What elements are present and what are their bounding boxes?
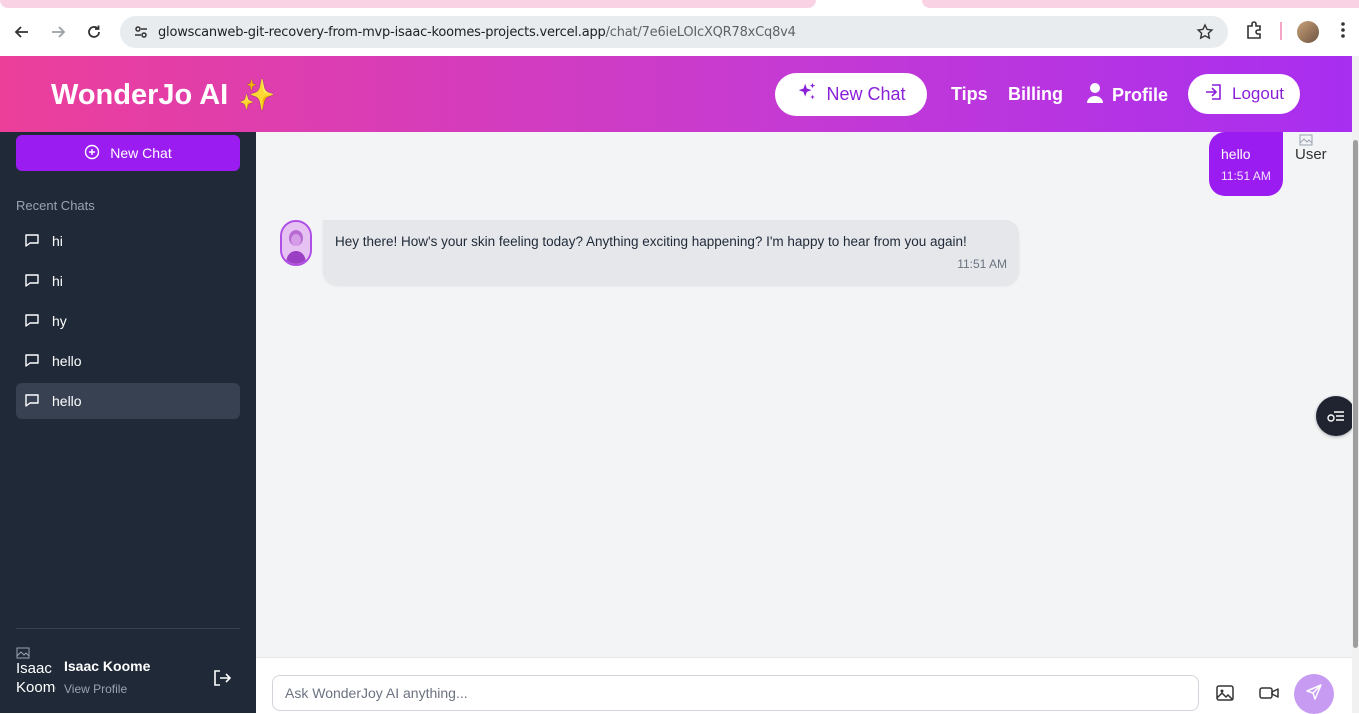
sparkles-icon: ✨ (238, 79, 276, 112)
user-message-avatar: User (1295, 134, 1327, 163)
assistant-message-time: 11:51 AM (957, 257, 1007, 271)
recent-chat-label: hy (52, 313, 67, 329)
tips-link[interactable]: Tips (951, 84, 988, 105)
user-message-text: hello (1221, 146, 1251, 162)
assistant-message-text: Hey there! How's your skin feeling today… (335, 234, 967, 249)
page-scrollbar[interactable] (1352, 56, 1359, 713)
recent-chat-label: hi (52, 233, 63, 249)
plus-circle-icon (84, 144, 100, 163)
user-avatar-alt: User (1295, 146, 1327, 163)
recent-chat-item[interactable]: hi (16, 263, 240, 299)
recent-chat-item[interactable]: hello (16, 343, 240, 379)
user-name: Isaac Koome (64, 658, 151, 674)
chat-message-input[interactable] (272, 675, 1199, 711)
browser-tab[interactable] (0, 0, 816, 8)
profile-label: Profile (1112, 85, 1169, 105)
reload-icon[interactable] (82, 20, 106, 44)
recent-chat-item-active[interactable]: hello (16, 383, 240, 419)
recent-chat-item[interactable]: hy (16, 303, 240, 339)
browser-toolbar: glowscanweb-git-recovery-from-mvp-isaac-… (0, 8, 1359, 56)
recent-chat-label: hello (52, 353, 82, 369)
bookmark-star-icon[interactable] (1196, 23, 1214, 46)
browser-tab[interactable] (922, 0, 1359, 8)
user-avatar-alt: Isaac Koome (16, 660, 56, 696)
toolbar-divider (1280, 22, 1282, 40)
header-new-chat-label: New Chat (826, 84, 906, 104)
forward-icon[interactable] (46, 20, 70, 44)
header-logout-button[interactable]: Logout (1188, 74, 1300, 114)
user-icon (1086, 82, 1104, 109)
chat-bubble-icon (24, 272, 40, 291)
chat-bubble-icon (24, 392, 40, 411)
sparkles-icon (796, 81, 818, 108)
video-icon[interactable] (1258, 683, 1280, 708)
scrollbar-thumb[interactable] (1353, 140, 1358, 648)
login-icon (1204, 82, 1224, 107)
assistant-message-bubble: Hey there! How's your skin feeling today… (323, 220, 1019, 285)
floating-menu-icon[interactable] (1316, 396, 1356, 436)
send-button[interactable] (1294, 674, 1334, 714)
chat-bubble-icon (24, 232, 40, 251)
address-bar[interactable]: glowscanweb-git-recovery-from-mvp-isaac-… (120, 16, 1228, 48)
recent-chats-heading: Recent Chats (16, 198, 95, 213)
recent-chat-label: hello (52, 393, 82, 409)
extensions-icon[interactable] (1244, 20, 1264, 45)
send-icon (1305, 683, 1323, 706)
back-icon[interactable] (10, 20, 34, 44)
assistant-avatar (280, 220, 312, 266)
image-upload-icon[interactable] (1215, 683, 1235, 708)
user-message-bubble: hello 11:51 AM (1209, 132, 1283, 196)
brand-logo[interactable]: WonderJo AI ✨ (51, 78, 276, 113)
app-header: WonderJo AI ✨ New Chat Tips Billing Prof… (0, 56, 1352, 132)
chat-area: hello 11:51 AM User Hey there! How's you… (256, 132, 1356, 657)
browser-menu-icon[interactable] (1336, 20, 1350, 45)
sidebar-new-chat-button[interactable]: New Chat (16, 135, 240, 171)
browser-profile-avatar[interactable] (1297, 21, 1319, 43)
view-profile-link[interactable]: View Profile (64, 682, 127, 696)
brand-name: WonderJo AI (51, 79, 229, 111)
recent-chat-item[interactable]: hi (16, 223, 240, 259)
sidebar: New Chat Recent Chats hi hi hy hello hel… (0, 132, 256, 713)
sidebar-divider (16, 628, 240, 629)
chat-input-bar (256, 657, 1352, 714)
profile-link[interactable]: Profile (1086, 82, 1168, 109)
chat-bubble-icon (24, 312, 40, 331)
user-message-time: 11:51 AM (1221, 169, 1271, 183)
sidebar-new-chat-label: New Chat (110, 145, 172, 161)
browser-tab-strip (0, 0, 1359, 8)
recent-chat-label: hi (52, 273, 63, 289)
header-new-chat-button[interactable]: New Chat (775, 73, 927, 116)
billing-link[interactable]: Billing (1008, 84, 1063, 105)
url-text: glowscanweb-git-recovery-from-mvp-isaac-… (158, 24, 796, 40)
chat-bubble-icon (24, 352, 40, 371)
logout-label: Logout (1232, 84, 1284, 103)
site-settings-icon[interactable] (124, 24, 158, 40)
user-avatar[interactable]: Isaac Koome (16, 647, 56, 705)
sidebar-logout-icon[interactable] (212, 668, 232, 693)
